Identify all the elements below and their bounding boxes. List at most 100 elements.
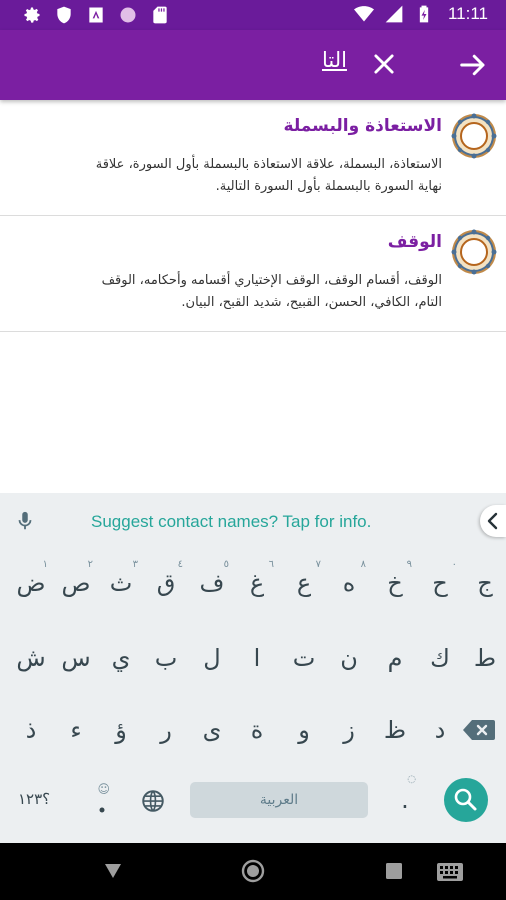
close-icon[interactable]	[370, 50, 398, 78]
wifi-icon	[353, 6, 374, 22]
letter-key[interactable]: د	[417, 702, 463, 758]
key-number-hint: ١	[42, 559, 48, 570]
letter-key[interactable]: ظ	[372, 702, 418, 758]
key-glyph: ة	[250, 716, 264, 744]
emoji-comma-key[interactable]: ☺	[80, 772, 126, 828]
letter-key[interactable]: ١ض	[8, 555, 54, 611]
key-row-1: ١ض٢ص٣ث٤ق٥ف٦غ٧ع٨ه٩خ٠ح ج	[0, 555, 506, 611]
search-app-bar: التا	[0, 30, 506, 100]
letter-key[interactable]: ي	[98, 630, 144, 686]
suggestion-expand-button[interactable]	[480, 505, 506, 537]
letter-key[interactable]: ٨ه	[326, 555, 372, 611]
search-icon	[454, 788, 477, 811]
key-number-hint: ٢	[87, 559, 93, 570]
key-glyph: ت	[292, 644, 316, 672]
key-glyph: ش	[16, 644, 46, 672]
key-glyph: د	[434, 716, 446, 744]
key-glyph: ى	[202, 716, 222, 744]
letter-key[interactable]: ط	[462, 630, 506, 686]
letter-key[interactable]: ة	[234, 702, 280, 758]
battery-charging-icon	[419, 5, 429, 23]
recents-square-icon[interactable]	[385, 862, 403, 880]
gear-icon	[24, 7, 40, 23]
search-action-key[interactable]	[444, 778, 488, 822]
key-glyph: ن	[340, 644, 358, 672]
letter-key[interactable]: ؤ	[98, 702, 144, 758]
letter-key[interactable]: ل	[189, 630, 235, 686]
result-item[interactable]: الوقف الوقف، أقسام الوقف، الوقف الإختيار…	[0, 216, 506, 332]
key-glyph: ؤ	[115, 716, 127, 744]
letter-key[interactable]: ٠ح	[417, 555, 463, 611]
chevron-left-icon	[487, 512, 498, 530]
letter-key[interactable]: و	[281, 702, 327, 758]
letter-key[interactable]: ش	[8, 630, 54, 686]
arrow-forward-icon[interactable]	[458, 50, 488, 80]
contact-suggestion-prompt[interactable]: Suggest contact names? Tap for info.	[91, 512, 371, 532]
letter-key[interactable]: ى	[189, 702, 235, 758]
numbers-key[interactable]: ؟١٢٣	[18, 790, 50, 808]
app-icon	[89, 7, 103, 23]
soft-keyboard: Suggest contact names? Tap for info. ١ض٢…	[0, 493, 506, 843]
key-row-3: ذ ء ؤ ر ىة و زظد	[0, 702, 506, 758]
ornament-thumbnail-icon	[451, 113, 497, 159]
result-description: الوقف، أقسام الوقف، الوقف الإختياري أقسا…	[10, 270, 442, 314]
letter-key[interactable]: ٥ف	[189, 555, 235, 611]
letter-key[interactable]: ر	[143, 702, 189, 758]
key-glyph: س	[61, 644, 91, 672]
key-row-2: شسيبل ا تن مكط	[0, 630, 506, 686]
key-glyph: ر	[160, 716, 172, 744]
letter-key[interactable]: ٩خ	[372, 555, 418, 611]
result-desc-line: الوقف، أقسام الوقف، الوقف الإختياري أقسا…	[101, 273, 442, 288]
sd-card-icon	[153, 6, 167, 24]
letter-key[interactable]: ٢ص	[53, 555, 99, 611]
letter-key[interactable]: ٦غ	[234, 555, 280, 611]
key-number-hint: ٣	[132, 559, 138, 570]
result-desc-line: نهاية السورة بالبسملة بأول السورة التالي…	[215, 179, 442, 194]
key-glyph: ج	[477, 569, 493, 597]
search-results-list: الاستعاذة والبسملة الاستعاذة، البسملة، ع…	[0, 100, 506, 332]
letter-key[interactable]: ك	[417, 630, 463, 686]
key-glyph: ا	[253, 644, 261, 672]
key-number-hint: ٨	[360, 559, 366, 570]
result-description: الاستعاذة، البسملة، علاقة الاستعاذة بالب…	[10, 154, 442, 198]
letter-key[interactable]: ٣ث	[98, 555, 144, 611]
result-desc-line: الاستعاذة، البسملة، علاقة الاستعاذة بالب…	[95, 157, 442, 172]
letter-key[interactable]: ء	[53, 702, 99, 758]
result-item[interactable]: الاستعاذة والبسملة الاستعاذة، البسملة، ع…	[0, 100, 506, 216]
letter-key[interactable]: ب	[143, 630, 189, 686]
key-glyph: ب	[154, 644, 178, 672]
back-triangle-icon[interactable]	[103, 861, 123, 881]
key-glyph: م	[387, 644, 403, 672]
letter-key[interactable]: ذ	[8, 702, 54, 758]
space-bar[interactable]: العربية	[190, 782, 368, 818]
search-query-input[interactable]: التا	[322, 48, 347, 72]
navigation-bar	[0, 843, 506, 900]
letter-key[interactable]: ٤ق	[143, 555, 189, 611]
key-glyph: ك	[430, 644, 450, 672]
status-notification-icons	[22, 5, 170, 25]
period-key[interactable]: ◌ .	[382, 772, 428, 828]
backspace-icon[interactable]	[462, 718, 496, 742]
home-circle-icon[interactable]	[241, 859, 265, 883]
letter-key[interactable]: ت	[281, 630, 327, 686]
letter-key[interactable]: ج	[462, 555, 506, 611]
microphone-icon[interactable]	[14, 509, 36, 533]
letter-key[interactable]: ز	[326, 702, 372, 758]
keyboard-icon[interactable]	[436, 862, 464, 882]
result-title: الوقف	[387, 232, 442, 252]
suggestion-strip: Suggest contact names? Tap for info.	[0, 493, 506, 548]
status-clock: 11:11	[447, 4, 488, 23]
globe-icon[interactable]	[140, 788, 166, 814]
letter-key[interactable]: ٧ع	[281, 555, 327, 611]
letter-key[interactable]: ا	[234, 630, 280, 686]
key-number-hint: ٠	[451, 559, 457, 570]
key-number-hint: ٥	[223, 559, 229, 570]
letter-key[interactable]: ن	[326, 630, 372, 686]
letter-key[interactable]: م	[372, 630, 418, 686]
shield-icon	[57, 6, 71, 24]
key-number-hint: ٩	[406, 559, 412, 570]
key-number-hint: ٦	[268, 559, 274, 570]
letter-key[interactable]: س	[53, 630, 99, 686]
key-number-hint: ٧	[315, 559, 321, 570]
key-glyph: ي	[111, 644, 131, 672]
